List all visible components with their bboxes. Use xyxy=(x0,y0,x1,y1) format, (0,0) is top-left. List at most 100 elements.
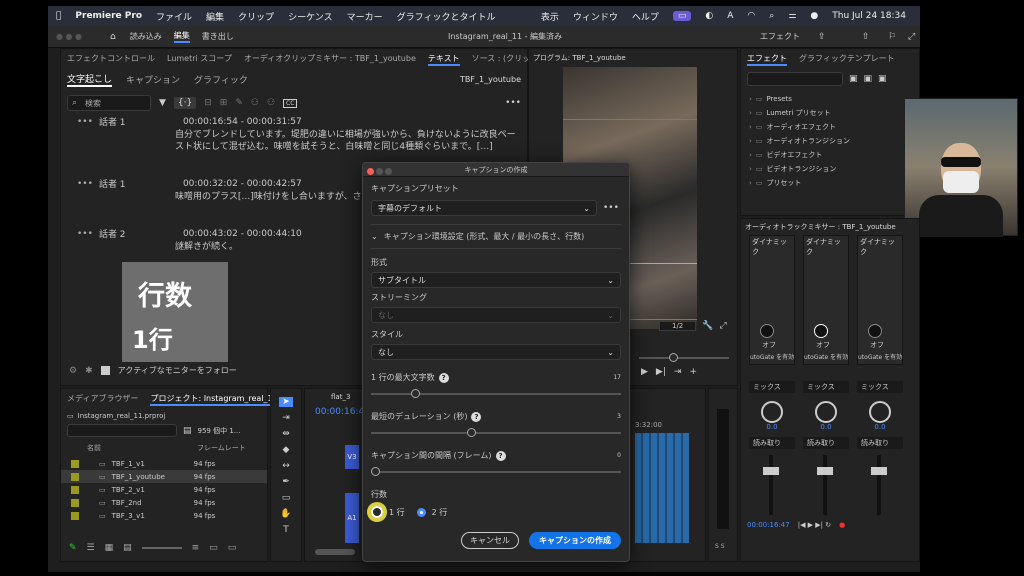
list-view-icon[interactable]: ☰ xyxy=(87,543,95,553)
more-icon[interactable]: ••• xyxy=(505,98,521,108)
workspace-edit[interactable]: 編集 xyxy=(173,30,190,43)
new-bin-icon[interactable]: ▭ xyxy=(209,543,218,553)
menu-graphics[interactable]: グラフィックとタイトル xyxy=(397,10,496,23)
fullscreen-icon[interactable]: ⤢ xyxy=(908,32,915,42)
ripple-edit-icon[interactable]: ⇹ xyxy=(282,429,290,439)
tab-project[interactable]: プロジェクト: Instagram_real_11 xyxy=(150,393,278,406)
fx-item-audio-transitions[interactable]: › ▭ オーディオトランジション xyxy=(749,134,911,148)
fader[interactable] xyxy=(803,455,849,515)
notification-icon[interactable]: ⚐ xyxy=(888,32,896,42)
menu-marker[interactable]: マーカー xyxy=(347,10,383,23)
streaming-select[interactable]: なし ⌄ xyxy=(371,307,621,323)
pen-icon[interactable]: ✎ xyxy=(235,98,243,108)
transcript-block[interactable]: ••• 話者 1 00:00:16:54 - 00:00:31:57 自分でブレンド… xyxy=(77,115,517,153)
follow-checkbox[interactable] xyxy=(100,366,110,375)
workspace-import[interactable]: 読み込み xyxy=(130,31,162,42)
preset-more-icon[interactable]: ••• xyxy=(603,203,619,213)
tab-audio-clip-mixer[interactable]: オーディオクリップミキサー : TBF_1_youtube xyxy=(244,53,416,66)
export-frame-icon[interactable]: ⤢ xyxy=(719,321,726,331)
mix-select[interactable]: ミックス xyxy=(803,381,849,393)
slip-icon[interactable]: ↔ xyxy=(282,461,290,471)
cc-icon[interactable]: CC xyxy=(283,98,298,108)
menu-edit[interactable]: 編集 xyxy=(206,10,224,23)
mixer-channel[interactable]: ダイナミック オフ utoGate を有効 xyxy=(749,235,795,365)
accelerated-icon[interactable]: ▣ xyxy=(849,74,858,84)
insert-icon[interactable]: ⇥ xyxy=(674,367,682,377)
workspace-export[interactable]: 書き出し xyxy=(202,31,234,42)
mix-select[interactable]: ミックス xyxy=(749,381,795,393)
hand-tool-icon[interactable]: ✋ xyxy=(280,509,291,519)
transcript-text[interactable]: 自分でブレンドしています。堤肥の違いに相場が強いから、負けないように改良ペースト… xyxy=(175,129,519,153)
settings-section-toggle[interactable]: ⌄ キャプション環境設定 (形式、最大 / 最小の長さ、行数) xyxy=(371,231,621,242)
format-select[interactable]: サブタイトル ⌄ xyxy=(371,272,621,288)
radio-two-lines[interactable] xyxy=(416,507,426,517)
app-name[interactable]: Premiere Pro xyxy=(75,11,142,21)
quick-export-icon[interactable]: ⇧ xyxy=(862,32,870,42)
menu-help[interactable]: ヘルプ xyxy=(632,10,659,23)
more-icon[interactable]: ••• xyxy=(77,229,93,239)
menu-clip[interactable]: クリップ xyxy=(238,10,274,23)
close-icon[interactable] xyxy=(367,168,374,175)
project-search-input[interactable] xyxy=(67,424,177,437)
menu-view[interactable]: 表示 xyxy=(541,10,559,23)
mixer-channel[interactable]: ダイナミック オフ utoGate を有効 xyxy=(803,235,849,365)
split-icon[interactable]: ⊟ xyxy=(204,98,212,108)
wrench-icon[interactable]: 🔧 xyxy=(702,321,713,331)
fx-item-lumetri[interactable]: › ▭ Lumetri プリセット xyxy=(749,106,911,120)
fx-item-presets[interactable]: › ▭ Presets xyxy=(749,92,911,106)
pan-knob[interactable] xyxy=(815,401,837,423)
list-item[interactable]: ▭ TBF_3_v1 94 fps xyxy=(61,509,267,522)
read-select[interactable]: 読み取り xyxy=(749,437,795,449)
mixer-title[interactable]: オーディオトラックミキサー : TBF_1_youtube xyxy=(741,219,919,235)
32bit-icon[interactable]: ▣ xyxy=(864,74,873,84)
timeline-scrollbar[interactable] xyxy=(315,549,355,555)
solo-buttons[interactable]: S S xyxy=(715,543,725,550)
filter-icon[interactable]: ▼ xyxy=(159,98,166,108)
fx-item-audio-effects[interactable]: › ▭ オーディオエフェクト xyxy=(749,120,911,134)
speakers-icon[interactable]: ⚇ xyxy=(251,98,259,108)
list-item[interactable]: ▭ TBF_2_v1 94 fps xyxy=(61,483,267,496)
min-duration-slider[interactable] xyxy=(371,428,621,437)
create-captions-button[interactable]: キャプションの作成 xyxy=(529,532,621,549)
mixer-channel[interactable]: ダイナミック オフ utoGate を有効 xyxy=(857,235,903,365)
style-select[interactable]: なし ⌄ xyxy=(371,344,621,360)
tab-graphic-templates[interactable]: グラフィックテンプレート xyxy=(799,53,895,66)
siri-icon[interactable]: ● xyxy=(810,11,818,21)
merge-icon[interactable]: ⊞ xyxy=(220,98,228,108)
audio-clips[interactable] xyxy=(635,433,689,543)
tab-graphics[interactable]: グラフィック xyxy=(194,73,248,86)
home-icon[interactable]: ⌂ xyxy=(110,32,116,42)
fx-item-video-transitions[interactable]: › ▭ ビデオトランジション xyxy=(749,162,911,176)
braces-icon[interactable]: {·} xyxy=(173,97,197,109)
cancel-button[interactable]: キャンセル xyxy=(461,532,519,549)
screen-icon[interactable]: ▭ xyxy=(672,11,692,21)
speaker-label[interactable]: 話者 1 xyxy=(99,177,159,190)
track-a1[interactable]: A1 xyxy=(345,493,359,543)
search-input[interactable]: ⌕ 検索 xyxy=(67,95,151,111)
zoom-icon[interactable] xyxy=(385,168,393,175)
pencil-icon[interactable]: ✎ xyxy=(69,543,77,553)
program-title[interactable]: プログラム: TBF_1_youtube xyxy=(529,49,737,67)
status-icon[interactable]: ◐ xyxy=(705,11,713,21)
track-v3[interactable]: V3 xyxy=(345,445,359,469)
yuv-icon[interactable]: ▣ xyxy=(878,74,887,84)
control-center-icon[interactable]: ⚌ xyxy=(788,11,796,21)
tab-lumetri-scopes[interactable]: Lumetri スコープ xyxy=(167,53,232,66)
fader[interactable] xyxy=(857,455,903,515)
minimize-icon[interactable] xyxy=(376,168,384,175)
help-icon[interactable]: ? xyxy=(471,412,482,422)
clock[interactable]: Thu Jul 24 18:34 xyxy=(832,11,906,21)
speaker-label[interactable]: 話者 2 xyxy=(99,227,159,240)
col-name[interactable]: 名前 xyxy=(87,443,197,453)
folder-icon[interactable]: ▤ xyxy=(183,426,192,436)
fx-item-video-effects[interactable]: › ▭ ビデオエフェクト xyxy=(749,148,911,162)
add-button-icon[interactable]: + xyxy=(689,367,697,377)
help-icon[interactable]: ? xyxy=(438,373,449,383)
tab-text[interactable]: テキスト xyxy=(427,53,460,66)
menu-sequence[interactable]: シーケンス xyxy=(288,10,333,23)
list-item[interactable]: ▭ TBF_1_v1 94 fps xyxy=(61,457,267,470)
input-icon[interactable]: A xyxy=(727,11,733,21)
pan-knob[interactable] xyxy=(869,401,891,423)
tab-media-browser[interactable]: メディアブラウザー xyxy=(67,393,138,406)
speakers2-icon[interactable]: ⚇ xyxy=(267,98,275,108)
